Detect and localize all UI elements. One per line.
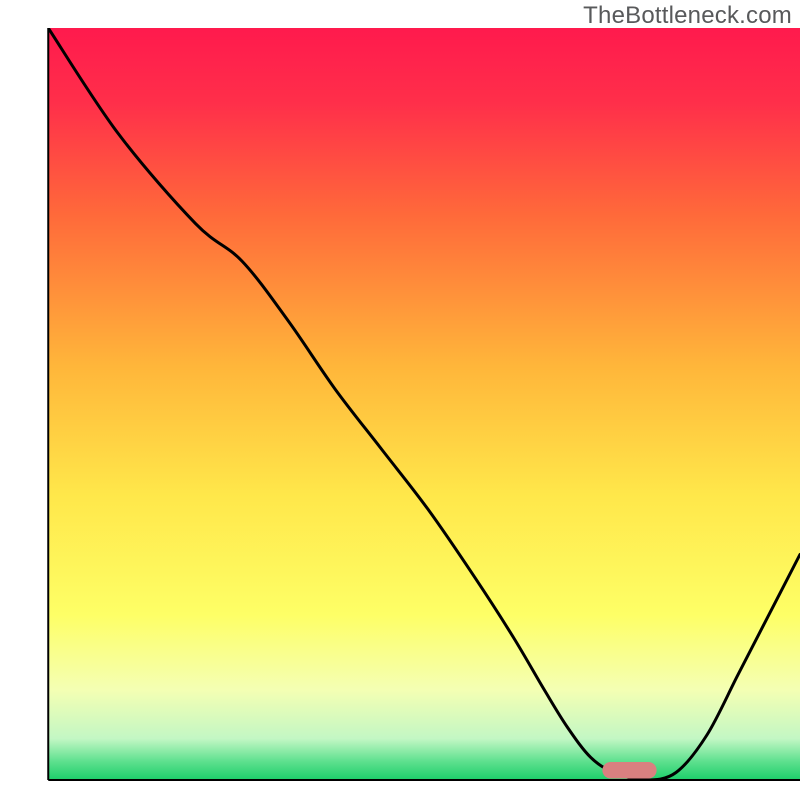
- bottleneck-chart: [0, 0, 800, 800]
- gradient-background: [48, 28, 800, 780]
- chart-container: TheBottleneck.com: [0, 0, 800, 800]
- optimal-marker: [602, 762, 656, 779]
